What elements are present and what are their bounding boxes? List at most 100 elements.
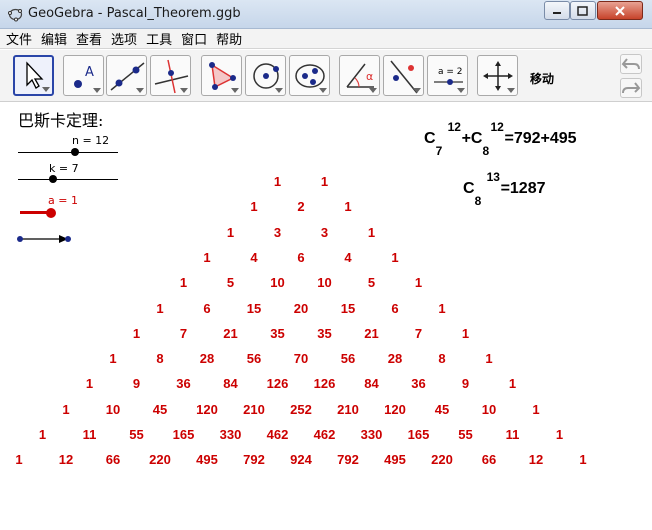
pascal-number: 6 — [391, 300, 399, 316]
pascal-number: 1 — [461, 325, 470, 341]
pascal-row: 1 11 55 165 330 462 462 330 165 55 11 1 — [0, 427, 652, 443]
pascal-number: 1 — [485, 351, 493, 367]
title-bar: GeoGebra - Pascal_Theorem.ggb — [0, 0, 652, 29]
slider-tool-button[interactable]: a = 2 — [427, 55, 468, 96]
pascal-number: 330 — [219, 427, 242, 442]
polygon-tool-button[interactable] — [201, 55, 242, 96]
pascal-number: 10 — [317, 275, 332, 291]
angle-tool-button[interactable]: α — [339, 55, 380, 96]
redo-button[interactable] — [620, 78, 642, 98]
pascal-number: 1 — [38, 427, 47, 442]
svg-text:A: A — [85, 65, 94, 80]
undo-icon — [621, 58, 640, 70]
pascal-number: 462 — [313, 427, 336, 442]
dropdown-triangle-icon — [42, 87, 50, 92]
menu-view[interactable]: 查看 — [76, 29, 102, 48]
window-title: GeoGebra - Pascal_Theorem.ggb — [28, 6, 241, 21]
pascal-number: 84 — [223, 376, 238, 392]
pascal-row: 1 3 3 1 — [0, 225, 652, 241]
pascal-row: 1 2 1 — [0, 199, 652, 215]
pascal-number: 66 — [481, 452, 497, 468]
pascal-number: 56 — [246, 351, 262, 367]
page-heading: 巴斯卡定理: — [18, 111, 104, 130]
pascal-number: 220 — [149, 452, 171, 468]
pascal-number: 9 — [461, 376, 470, 392]
perpendicular-line-tool-button[interactable] — [150, 55, 191, 96]
pascal-number: 1 — [532, 401, 540, 417]
menu-options[interactable]: 选项 — [111, 29, 137, 48]
slider-n-handle[interactable] — [71, 148, 79, 156]
pascal-number: 84 — [364, 376, 379, 392]
pascal-number: 165 — [407, 427, 430, 442]
pascal-number: 36 — [176, 376, 191, 392]
dropdown-triangle-icon — [93, 88, 101, 93]
graphics-view[interactable]: 巴斯卡定理: n = 12 k = 7 a = 1 C 7 12 +C 8 12 =792+… — [0, 103, 652, 530]
dropdown-triangle-icon — [136, 88, 144, 93]
pascal-number: 1 — [320, 174, 329, 189]
active-tool-label: 移动 — [530, 72, 555, 86]
pascal-row: 1 4 6 4 1 — [0, 250, 652, 266]
dropdown-triangle-icon — [507, 88, 515, 93]
point-tool-button[interactable]: A — [63, 55, 104, 96]
menu-edit[interactable]: 编辑 — [41, 29, 67, 48]
pascal-number: 35 — [317, 325, 332, 341]
pascal-number: 120 — [196, 401, 218, 417]
formula1-c1-sub: 7 — [435, 144, 443, 158]
pascal-number: 15 — [246, 300, 262, 316]
pascal-number: 165 — [172, 427, 195, 442]
move-view-tool-button[interactable] — [477, 55, 518, 96]
pascal-row: 1 6 15 20 15 6 1 — [0, 301, 652, 317]
pascal-number: 1 — [438, 300, 446, 316]
menu-bar: 文件 编辑 查看 选项 工具 窗口 帮助 — [0, 29, 652, 49]
menu-tools[interactable]: 工具 — [146, 29, 172, 48]
pascal-number: 3 — [273, 224, 282, 240]
menu-window[interactable]: 窗口 — [181, 29, 207, 48]
maximize-button[interactable] — [570, 1, 596, 20]
pascal-number: 924 — [290, 452, 312, 468]
pascal-number: 45 — [152, 401, 168, 417]
pascal-row: 1 7 21 35 35 21 7 1 — [0, 326, 652, 342]
pascal-number: 252 — [290, 401, 312, 417]
pascal-number: 1 — [62, 401, 70, 417]
pascal-number: 1 — [203, 249, 211, 265]
redo-icon — [622, 82, 641, 94]
pascal-number: 1 — [179, 275, 188, 291]
pascal-number: 1 — [15, 452, 23, 468]
pascal-number: 11 — [82, 427, 97, 442]
formula1-c2-sup: 12 — [490, 120, 504, 134]
geogebra-logo-icon — [8, 8, 23, 22]
pascal-row: 1 8 28 56 70 56 28 8 1 — [0, 351, 652, 367]
line-tool-button[interactable] — [106, 55, 147, 96]
formula1-plus: + — [461, 130, 471, 147]
pascal-number: 11 — [505, 427, 520, 442]
pascal-row: 1 9 36 84 126 126 84 36 9 1 — [0, 376, 652, 392]
dropdown-triangle-icon — [180, 88, 188, 93]
conic-tool-button[interactable] — [289, 55, 330, 96]
pascal-number: 1 — [226, 224, 235, 240]
pascal-number: 70 — [293, 351, 309, 367]
pascal-number: 210 — [337, 401, 359, 417]
pascal-number: 1 — [508, 376, 517, 392]
slider-n-track — [18, 152, 118, 153]
close-button[interactable] — [597, 1, 643, 20]
minimize-button[interactable] — [544, 1, 570, 20]
formula1-c2-sub: 8 — [482, 144, 490, 158]
move-tool-button[interactable] — [13, 55, 54, 96]
formula-pascal-identity: C 7 12 +C 8 12 =792+495 — [424, 120, 577, 158]
reflect-tool-button[interactable] — [383, 55, 424, 96]
menu-file[interactable]: 文件 — [6, 29, 32, 48]
undo-button[interactable] — [620, 54, 642, 74]
pascal-number: 55 — [129, 427, 144, 442]
pascal-number: 1 — [344, 199, 352, 215]
pascal-number: 1 — [156, 300, 164, 316]
pascal-number: 8 — [438, 351, 446, 367]
pascal-number: 21 — [364, 325, 379, 341]
pascal-number: 28 — [199, 351, 215, 367]
pascal-row: 11 — [0, 174, 652, 190]
menu-help[interactable]: 帮助 — [216, 29, 242, 48]
toolbar: A α a = 2 移动 — [0, 50, 652, 102]
circle-tool-button[interactable] — [245, 55, 286, 96]
pascal-number: 9 — [132, 376, 141, 392]
pascal-number: 10 — [270, 275, 285, 291]
formula1-c1-sup: 12 — [447, 120, 461, 134]
